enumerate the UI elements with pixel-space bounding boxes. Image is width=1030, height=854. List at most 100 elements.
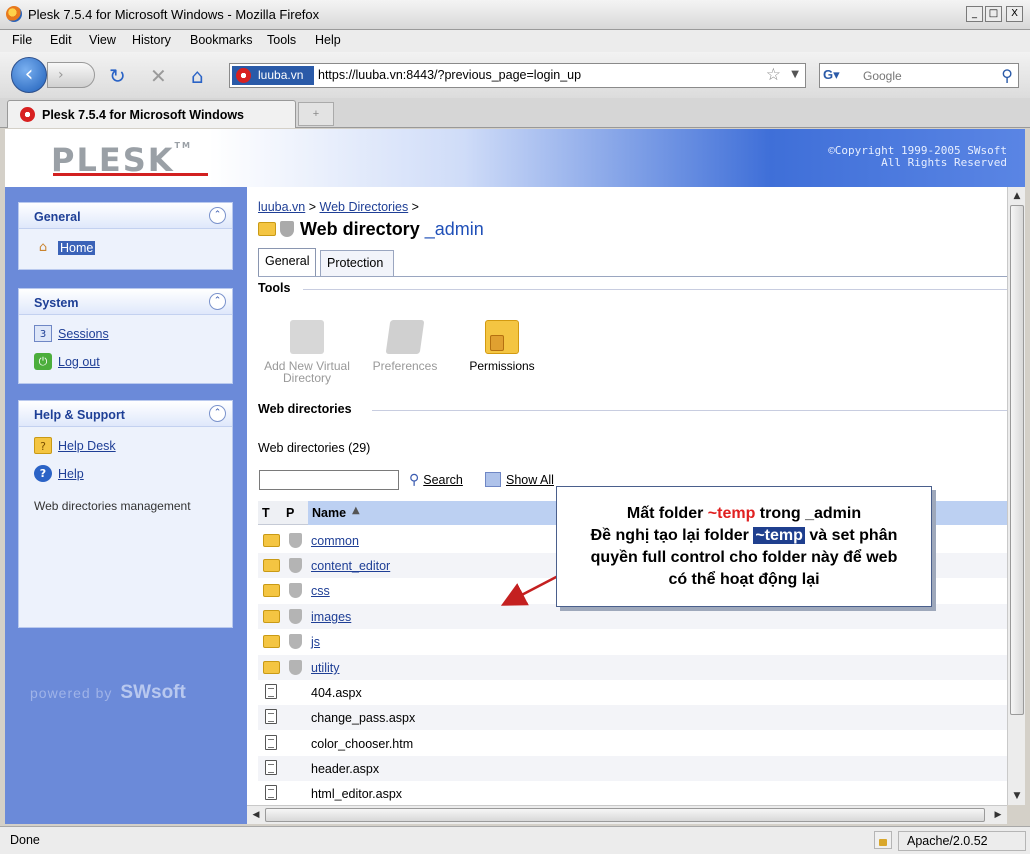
show-all-icon: [485, 472, 501, 487]
tab-general[interactable]: General: [258, 248, 316, 276]
plesk-site-icon: [236, 68, 251, 83]
tab-protection[interactable]: Protection: [320, 250, 394, 276]
row-link-js[interactable]: js: [311, 635, 320, 649]
status-text: Done: [10, 833, 40, 847]
row-link-images[interactable]: images: [311, 610, 351, 624]
google-engine-icon[interactable]: G▾: [823, 67, 857, 85]
search-bar[interactable]: G▾ Google ⚲: [819, 63, 1019, 88]
search-input[interactable]: [259, 470, 399, 490]
column-p[interactable]: P: [286, 506, 294, 520]
scroll-right-icon[interactable]: ▶: [990, 807, 1006, 823]
url-text[interactable]: https://luuba.vn:8443/?previous_page=log…: [318, 68, 581, 82]
home-icon: ⌂: [38, 240, 48, 255]
breadcrumb-root-link[interactable]: luuba.vn: [258, 200, 305, 214]
search-icon[interactable]: ⚲: [1001, 66, 1013, 85]
row-name: 404.aspx: [311, 686, 362, 700]
menu-view[interactable]: View: [89, 33, 116, 47]
webdirs-rule: [372, 410, 1007, 411]
permissions-button[interactable]: Permissions: [452, 320, 552, 372]
back-button[interactable]: ‹: [11, 57, 47, 93]
shield-icon: [280, 221, 294, 237]
shield-icon: [289, 533, 302, 548]
file-icon: [265, 709, 277, 724]
firefox-icon: [6, 6, 22, 22]
menu-file[interactable]: File: [12, 33, 32, 47]
preferences-button[interactable]: Preferences: [355, 320, 455, 372]
window-title: Plesk 7.5.4 for Microsoft Windows - Mozi…: [28, 7, 320, 22]
table-row: js: [258, 629, 1007, 654]
row-link-css[interactable]: css: [311, 584, 330, 598]
show-all-button[interactable]: Show All: [485, 472, 554, 487]
table-row: utility: [258, 655, 1007, 680]
column-t[interactable]: T: [262, 506, 270, 520]
annotation-callout: Mất folder ~temp trong _admin Đề nghị tạ…: [556, 486, 932, 607]
file-icon: [265, 760, 277, 775]
tools-heading: Tools: [258, 281, 291, 295]
menu-history[interactable]: History: [132, 33, 171, 47]
nav-box-title: System: [34, 296, 79, 310]
home-icon[interactable]: ⌂: [191, 64, 204, 88]
vertical-scroll-thumb[interactable]: [1010, 205, 1024, 715]
row-link-common[interactable]: common: [311, 534, 359, 548]
shield-icon: [289, 634, 302, 649]
nav-box-title: Help & Support: [34, 408, 125, 422]
table-row: change_pass.aspx: [258, 705, 1007, 730]
folder-icon: [263, 661, 280, 674]
row-name: header.aspx: [311, 762, 380, 776]
webdirs-count: Web directories (29): [258, 441, 371, 455]
folder-icon: [263, 559, 280, 572]
helpdesk-icon: ?: [34, 437, 52, 454]
folder-icon: [263, 584, 280, 597]
left-navigation: General ⌃ ⌂ Home System ⌃ 3 Sessions ⏻ Log…: [5, 187, 247, 824]
minimize-button[interactable]: _: [966, 6, 983, 22]
new-tab-button[interactable]: +: [298, 102, 334, 126]
menu-bar: File Edit View History Bookmarks Tools H…: [0, 30, 1030, 52]
menu-bookmarks[interactable]: Bookmarks: [190, 33, 253, 47]
search-placeholder[interactable]: Google: [863, 69, 902, 83]
site-identity-badge[interactable]: luuba.vn: [232, 66, 314, 85]
scroll-down-icon[interactable]: ▼: [1009, 788, 1025, 804]
collapse-icon[interactable]: ⌃: [209, 405, 226, 422]
add-virtual-directory-button[interactable]: Add New Virtual Directory: [257, 320, 357, 384]
status-bar: Done Apache/2.0.52: [0, 826, 1030, 854]
menu-help[interactable]: Help: [315, 33, 341, 47]
vertical-scrollbar[interactable]: ▲ ▼: [1007, 187, 1025, 805]
url-bar[interactable]: luuba.vn https://luuba.vn:8443/?previous…: [229, 63, 806, 88]
plesk-logo-underline: [53, 173, 208, 176]
row-name: change_pass.aspx: [311, 711, 416, 725]
reload-icon[interactable]: ↻: [109, 64, 126, 88]
scroll-up-icon[interactable]: ▲: [1009, 188, 1025, 204]
table-row: 404.aspx: [258, 680, 1007, 705]
collapse-icon[interactable]: ⌃: [209, 207, 226, 224]
nav-box-help: Help & Support ⌃ ? Help Desk ? Help Web d…: [18, 400, 233, 628]
forward-button[interactable]: ›: [47, 62, 95, 88]
breadcrumb-webdirs-link[interactable]: Web Directories: [320, 200, 409, 214]
row-link-content-editor[interactable]: content_editor: [311, 559, 390, 573]
menu-tools[interactable]: Tools: [267, 33, 296, 47]
plesk-tab-icon: [20, 107, 35, 122]
nav-box-general: General ⌃ ⌂ Home: [18, 202, 233, 270]
plesk-header: PLESKTM ©Copyright 1999-2005 SWsoft All …: [5, 129, 1025, 187]
close-button[interactable]: X: [1006, 6, 1023, 22]
table-row: color_chooser.htm: [258, 731, 1007, 756]
url-dropdown-icon[interactable]: ▼: [791, 69, 799, 80]
nav-box-system: System ⌃ 3 Sessions ⏻ Log out: [18, 288, 233, 384]
table-row: header.aspx: [258, 756, 1007, 781]
search-button[interactable]: ⚲ Search: [409, 472, 463, 488]
stop-icon[interactable]: ✕: [150, 64, 167, 88]
preferences-icon: [385, 320, 425, 354]
horizontal-scrollbar[interactable]: ◀ ▶: [247, 805, 1007, 824]
menu-edit[interactable]: Edit: [50, 33, 72, 47]
add-folder-icon: [290, 320, 324, 354]
bookmark-star-icon[interactable]: ☆: [766, 65, 781, 85]
lock-icon[interactable]: [874, 831, 892, 849]
collapse-icon[interactable]: ⌃: [209, 293, 226, 310]
maximize-button[interactable]: □: [985, 6, 1002, 22]
folder-icon: [263, 534, 280, 547]
horizontal-scroll-thumb[interactable]: [265, 808, 985, 822]
table-row: images: [258, 604, 1007, 629]
sort-ascending-icon: ▲: [352, 505, 360, 516]
browser-tab-plesk[interactable]: Plesk 7.5.4 for Microsoft Windows: [7, 100, 296, 128]
scroll-left-icon[interactable]: ◀: [248, 807, 264, 823]
row-link-utility[interactable]: utility: [311, 661, 339, 675]
